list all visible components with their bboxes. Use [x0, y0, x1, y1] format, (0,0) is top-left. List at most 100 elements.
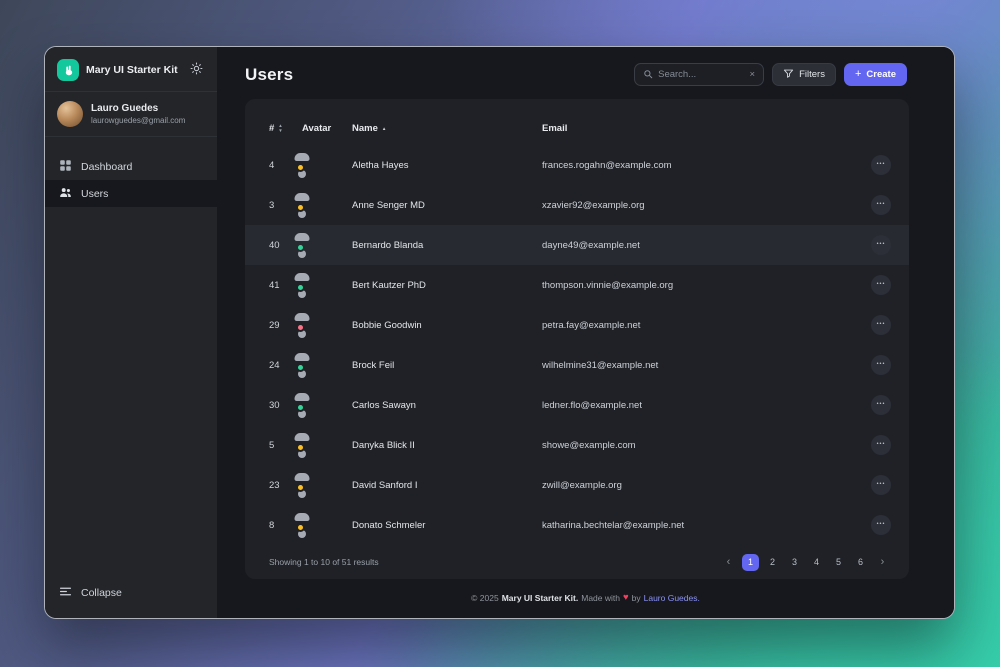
- sidebar-item-label: Users: [81, 188, 108, 200]
- app-window: Mary UI Starter Kit Lauro Guedes laurowg…: [44, 46, 955, 619]
- row-actions-button[interactable]: •••: [871, 195, 891, 215]
- pagination-page-6[interactable]: 6: [852, 554, 869, 571]
- user-name: Bernardo Blanda: [352, 240, 542, 251]
- sidebar-item-dashboard[interactable]: Dashboard: [45, 153, 217, 180]
- collapse-button[interactable]: Collapse: [45, 580, 217, 606]
- profile-email: laurowguedes@gmail.com: [91, 116, 185, 125]
- table-footer: Showing 1 to 10 of 51 results ‹ 1 2 3 4 …: [245, 545, 909, 579]
- row-actions-button[interactable]: •••: [871, 435, 891, 455]
- user-name: Bobbie Goodwin: [352, 320, 542, 331]
- user-email: wilhelmine31@example.net: [542, 360, 847, 371]
- search-box: ×: [634, 63, 764, 86]
- dashboard-icon: [59, 159, 72, 175]
- heart-icon: ♥: [623, 593, 629, 603]
- row-actions-button[interactable]: •••: [871, 275, 891, 295]
- user-email: thompson.vinnie@example.org: [542, 280, 847, 291]
- filters-label: Filters: [799, 69, 825, 80]
- column-label: Name: [352, 123, 378, 134]
- collapse-icon: [59, 585, 72, 601]
- row-actions-button[interactable]: •••: [871, 155, 891, 175]
- table-row[interactable]: 23 David Sanford I zwill@example.org •••: [245, 465, 909, 505]
- status-dot: [296, 483, 305, 492]
- status-dot: [296, 443, 305, 452]
- sidebar-item-label: Dashboard: [81, 161, 132, 173]
- status-dot: [296, 203, 305, 212]
- sidebar-bottom: Collapse: [45, 580, 217, 618]
- app-logo-icon: [57, 59, 79, 81]
- page-footer: © 2025 Mary UI Starter Kit. Made with ♥ …: [217, 593, 954, 603]
- column-header-id[interactable]: # ▲▼: [269, 123, 302, 134]
- pagination-page-2[interactable]: 2: [764, 554, 781, 571]
- profile-name: Lauro Guedes: [91, 103, 185, 114]
- copyright-text: © 2025: [471, 593, 499, 603]
- row-actions-button[interactable]: •••: [871, 355, 891, 375]
- table-row[interactable]: 5 Danyka Blick II showe@example.com •••: [245, 425, 909, 465]
- column-label: #: [269, 123, 274, 134]
- sidebar: Mary UI Starter Kit Lauro Guedes laurowg…: [45, 47, 217, 618]
- plus-icon: +: [855, 69, 861, 80]
- column-header-name[interactable]: Name ▲: [352, 123, 542, 134]
- status-dot: [296, 403, 305, 412]
- sun-icon: [190, 62, 203, 78]
- filters-button[interactable]: Filters: [772, 63, 836, 86]
- status-dot: [296, 523, 305, 532]
- table-row[interactable]: 3 Anne Senger MD xzavier92@example.org •…: [245, 185, 909, 225]
- column-header-avatar: Avatar: [302, 123, 352, 134]
- sidebar-item-users[interactable]: Users: [45, 180, 217, 207]
- table-row[interactable]: 29 Bobbie Goodwin petra.fay@example.net …: [245, 305, 909, 345]
- pagination-page-3[interactable]: 3: [786, 554, 803, 571]
- pagination: ‹ 1 2 3 4 5 6 ›: [720, 554, 891, 571]
- create-button[interactable]: + Create: [844, 63, 907, 86]
- table-row[interactable]: 24 Brock Feil wilhelmine31@example.net •…: [245, 345, 909, 385]
- table-row[interactable]: 40 Bernardo Blanda dayne49@example.net •…: [245, 225, 909, 265]
- collapse-label: Collapse: [81, 587, 122, 599]
- table-row[interactable]: 8 Donato Schmeler katharina.bechtelar@ex…: [245, 505, 909, 545]
- clear-search-icon[interactable]: ×: [750, 70, 756, 80]
- brand-row: Mary UI Starter Kit: [45, 47, 217, 91]
- pagination-next[interactable]: ›: [874, 554, 891, 571]
- user-email: zwill@example.org: [542, 480, 847, 491]
- pagination-page-4[interactable]: 4: [808, 554, 825, 571]
- users-icon: [59, 186, 72, 202]
- status-dot: [296, 283, 305, 292]
- search-icon: [643, 66, 653, 84]
- header-controls: × Filters + Create: [634, 63, 907, 86]
- row-actions-button[interactable]: •••: [871, 315, 891, 335]
- theme-toggle-button[interactable]: [188, 60, 205, 80]
- pagination-page-5[interactable]: 5: [830, 554, 847, 571]
- table-row[interactable]: 41 Bert Kautzer PhD thompson.vinnie@exam…: [245, 265, 909, 305]
- search-input[interactable]: [658, 69, 744, 80]
- sidebar-menu: Dashboard Users: [45, 153, 217, 207]
- funnel-icon: [783, 68, 794, 82]
- user-email: showe@example.com: [542, 440, 847, 451]
- pagination-prev[interactable]: ‹: [720, 554, 737, 571]
- row-actions-button[interactable]: •••: [871, 235, 891, 255]
- row-actions-button[interactable]: •••: [871, 515, 891, 535]
- user-name: Bert Kautzer PhD: [352, 280, 542, 291]
- user-name: David Sanford I: [352, 480, 542, 491]
- pagination-page-1[interactable]: 1: [742, 554, 759, 571]
- results-summary: Showing 1 to 10 of 51 results: [269, 557, 379, 567]
- user-email: dayne49@example.net: [542, 240, 847, 251]
- status-dot: [296, 163, 305, 172]
- footer-brand: Mary UI Starter Kit.: [502, 593, 579, 603]
- profile-card[interactable]: Lauro Guedes laurowguedes@gmail.com: [45, 92, 217, 136]
- column-label: Avatar: [302, 123, 331, 134]
- user-email: xzavier92@example.org: [542, 200, 847, 211]
- table-row[interactable]: 30 Carlos Sawayn ledner.flo@example.net …: [245, 385, 909, 425]
- user-email: frances.rogahn@example.com: [542, 160, 847, 171]
- user-name: Donato Schmeler: [352, 520, 542, 531]
- user-email: katharina.bechtelar@example.net: [542, 520, 847, 531]
- row-actions-button[interactable]: •••: [871, 395, 891, 415]
- main-content: Users × Filters: [217, 47, 954, 618]
- status-dot: [296, 363, 305, 372]
- profile-avatar: [57, 101, 83, 127]
- desktop-background: Mary UI Starter Kit Lauro Guedes laurowg…: [0, 0, 1000, 667]
- author-link[interactable]: Lauro Guedes.: [644, 593, 700, 603]
- sort-both-icon: ▲▼: [278, 124, 282, 132]
- row-actions-button[interactable]: •••: [871, 475, 891, 495]
- page-header: Users × Filters: [217, 47, 954, 99]
- user-name: Aletha Hayes: [352, 160, 542, 171]
- user-email: ledner.flo@example.net: [542, 400, 847, 411]
- table-row[interactable]: 4 Aletha Hayes frances.rogahn@example.co…: [245, 145, 909, 185]
